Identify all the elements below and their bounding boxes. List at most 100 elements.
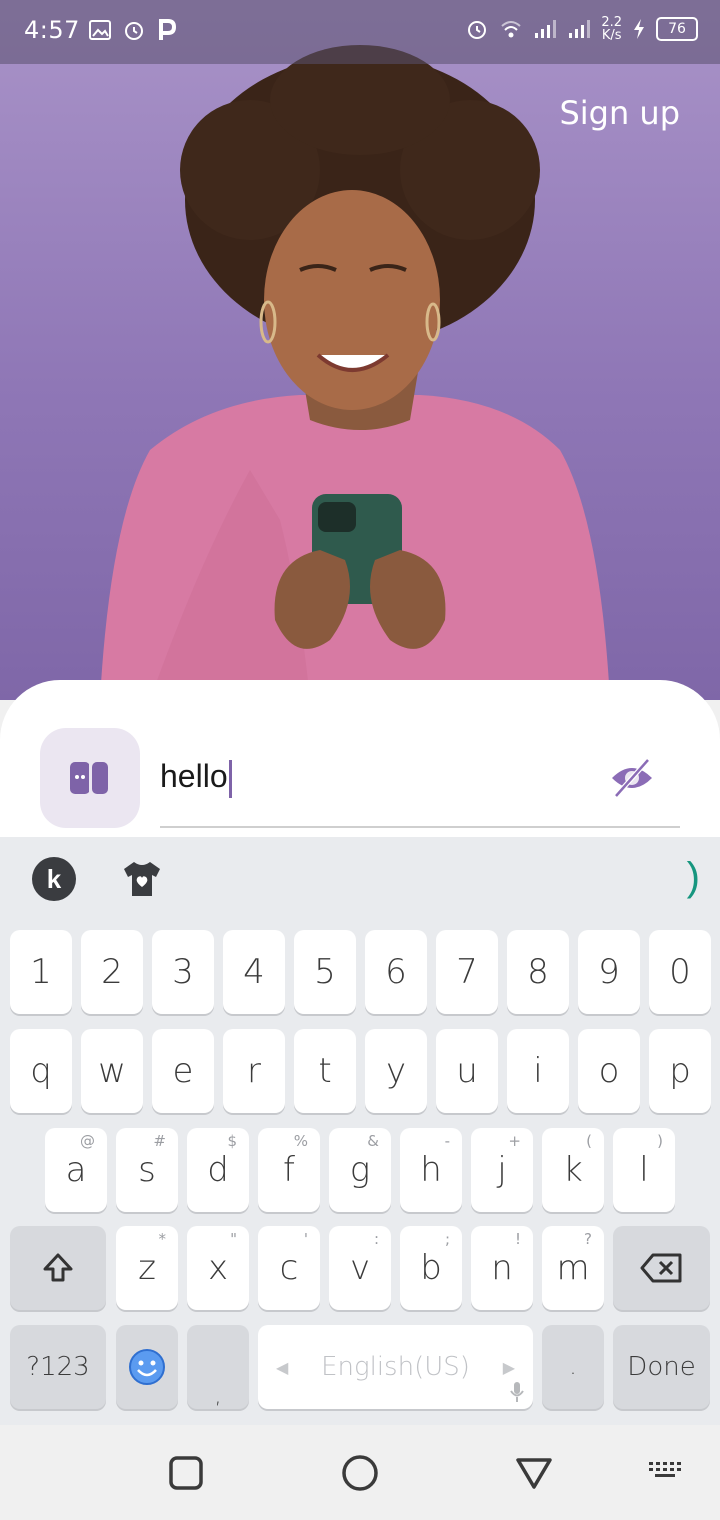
key-4[interactable]: 4 (223, 930, 285, 1014)
key-l[interactable]: l) (613, 1128, 675, 1212)
key-3[interactable]: 3 (152, 930, 214, 1014)
key-v-hint: : (373, 1230, 379, 1248)
key-6[interactable]: 6 (365, 930, 427, 1014)
key-w[interactable]: w (81, 1029, 143, 1113)
speed-unit: K/s (601, 28, 622, 43)
key-s-hint: # (153, 1132, 166, 1150)
key-e[interactable]: e (152, 1029, 214, 1113)
key-b[interactable]: b; (400, 1226, 462, 1310)
key-m-hint: ? (584, 1230, 592, 1248)
key-g[interactable]: g & (329, 1128, 391, 1212)
key-s[interactable]: s # (116, 1128, 178, 1212)
key-0[interactable]: 0 (649, 930, 711, 1014)
navigation-bar (0, 1425, 720, 1520)
key-j[interactable]: j + (471, 1128, 533, 1212)
key-d[interactable]: d $ (187, 1128, 249, 1212)
theme-shirt-icon[interactable] (120, 857, 164, 901)
key-5[interactable]: 5 (294, 930, 356, 1014)
key-6-label: 6 (385, 952, 407, 992)
key-o[interactable]: o (578, 1029, 640, 1113)
space-key-label: English(US) (321, 1352, 470, 1382)
key-b-label: b (420, 1248, 442, 1288)
key-d-label: d (207, 1150, 229, 1190)
key-c[interactable]: c ' (258, 1226, 320, 1310)
key-8[interactable]: 8 (507, 930, 569, 1014)
key-k-hint: ( (586, 1132, 592, 1150)
key-h-hint: - (444, 1132, 450, 1150)
comma-key[interactable]: , (187, 1325, 249, 1409)
alarm-icon (125, 22, 143, 40)
key-g-hint: & (367, 1132, 379, 1150)
key-o-label: o (598, 1051, 620, 1091)
key-y[interactable]: y (365, 1029, 427, 1113)
shift-key[interactable] (10, 1226, 106, 1310)
password-input[interactable]: hello (160, 744, 680, 828)
key-k[interactable]: k( (542, 1128, 604, 1212)
key-u[interactable]: u (436, 1029, 498, 1113)
key-8-label: 8 (527, 952, 549, 992)
key-f[interactable]: f% (258, 1128, 320, 1212)
key-h[interactable]: h- (400, 1128, 462, 1212)
key-0-label: 0 (669, 952, 691, 992)
key-m[interactable]: m? (542, 1226, 604, 1310)
key-z-label: z (138, 1248, 156, 1288)
key-z[interactable]: z * (116, 1226, 178, 1310)
password-value: hello (160, 758, 228, 794)
done-key[interactable]: Done (613, 1325, 710, 1409)
key-w-label: w (98, 1051, 126, 1091)
recent-apps-icon[interactable] (168, 1455, 204, 1491)
space-key[interactable]: ◀ English(US) ▶ (258, 1325, 533, 1409)
keyboard-switch-icon[interactable] (648, 1461, 682, 1483)
key-b-hint: ; (444, 1230, 450, 1248)
key-k-label: k (563, 1150, 583, 1190)
symbols-key[interactable]: ?123 (10, 1325, 106, 1409)
microphone-icon (510, 1382, 524, 1402)
key-u-label: u (456, 1051, 478, 1091)
emoji-key[interactable] (116, 1325, 178, 1409)
key-1[interactable]: 1 (10, 930, 72, 1014)
key-x[interactable]: x " (187, 1226, 249, 1310)
key-j-hint: + (508, 1132, 521, 1150)
charging-bolt-icon (634, 19, 644, 39)
period-key[interactable]: . (542, 1325, 604, 1409)
key-v-label: v (349, 1248, 371, 1288)
period-key-label: . (569, 1354, 577, 1380)
key-a-hint: @ (80, 1132, 95, 1150)
key-n-label: n (491, 1248, 513, 1288)
status-bar: 4:57 2.2 K/s 76 (0, 0, 720, 64)
key-x-hint: " (230, 1230, 237, 1248)
key-e-label: e (172, 1051, 194, 1091)
key-9[interactable]: 9 (578, 930, 640, 1014)
battery-level: 76 (656, 17, 698, 41)
key-m-label: m (556, 1248, 590, 1288)
key-t[interactable]: t (294, 1029, 356, 1113)
key-7-label: 7 (456, 952, 478, 992)
backspace-key[interactable] (613, 1226, 710, 1310)
space-right-arrow: ▶ (502, 1357, 515, 1377)
key-q[interactable]: q (10, 1029, 72, 1113)
done-key-label: Done (627, 1352, 696, 1382)
key-7[interactable]: 7 (436, 930, 498, 1014)
keyboard-toolbar: k ) (0, 837, 720, 921)
key-2[interactable]: 2 (81, 930, 143, 1014)
parking-p-icon (159, 19, 177, 40)
sign-up-link[interactable]: Sign up (559, 94, 680, 132)
home-icon[interactable] (340, 1453, 380, 1493)
comma-key-label: , (214, 1384, 222, 1409)
key-v[interactable]: v: (329, 1226, 391, 1310)
key-a[interactable]: a @ (45, 1128, 107, 1212)
eye-off-icon[interactable] (610, 756, 654, 800)
back-icon[interactable] (514, 1455, 554, 1491)
key-y-label: y (385, 1051, 407, 1091)
key-r[interactable]: r (223, 1029, 285, 1113)
key-c-hint: ' (303, 1230, 308, 1248)
key-d-hint: $ (227, 1132, 237, 1150)
key-j-label: j (497, 1150, 507, 1190)
k-logo-icon[interactable]: k (32, 857, 76, 901)
key-n[interactable]: n! (471, 1226, 533, 1310)
key-p[interactable]: p (649, 1029, 711, 1113)
key-l-hint: ) (657, 1132, 663, 1150)
emoji-icon (129, 1349, 165, 1385)
key-i[interactable]: i (507, 1029, 569, 1113)
key-i-label: i (533, 1051, 543, 1091)
